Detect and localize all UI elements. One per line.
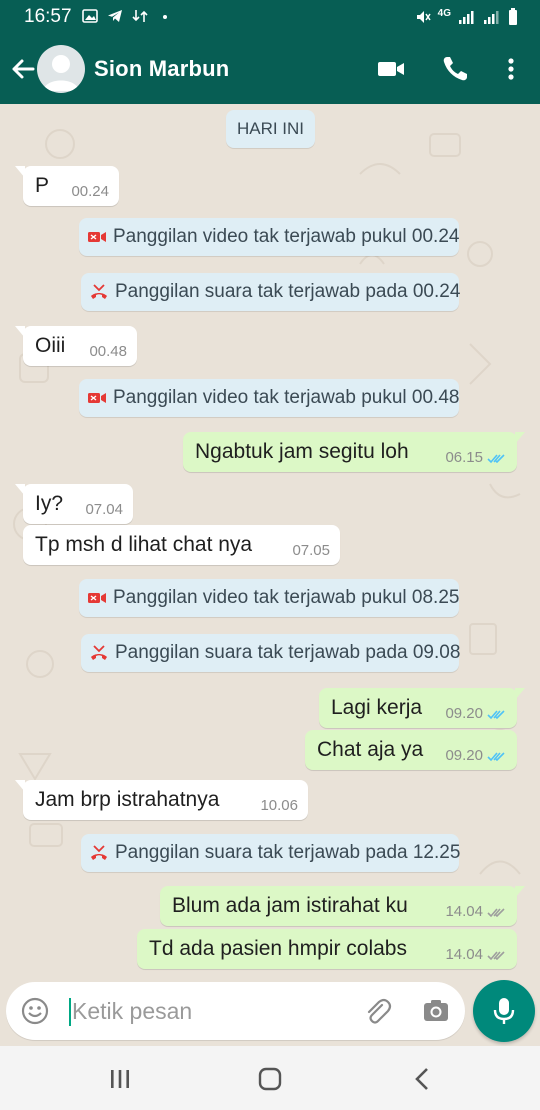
signal-icon-1 [459,10,474,24]
message-outgoing[interactable]: Ngabtuk jam segitu loh 06.15 [183,432,525,472]
avatar[interactable] [37,45,85,93]
message-incoming[interactable]: Jam brp istrahatnya 10.06 [15,780,308,820]
missed-voice-icon [89,844,109,862]
notice-text: Panggilan suara tak terjawab pada 00.24 [115,281,461,302]
message-text: Iy? [35,492,64,515]
message-text: Ngabtuk jam segitu loh [195,440,409,463]
status-bar: 16:57 4G [0,0,540,34]
status-time: 16:57 [24,6,72,27]
home-icon[interactable] [255,1064,285,1094]
message-text: Tp msh d lihat chat nya [35,533,253,556]
delivered-ticks-icon [487,907,505,917]
composer [0,980,540,1046]
missed-voice-icon [89,283,109,301]
camera-icon[interactable] [421,996,451,1026]
notice-text: Panggilan suara tak terjawab pada 09.08 [115,642,461,663]
emoji-icon[interactable] [20,996,50,1026]
missed-call-notice[interactable]: Panggilan suara tak terjawab pada 09.08 [81,634,461,672]
message-outgoing[interactable]: Blum ada jam istirahat ku 14.04 [160,886,525,926]
message-incoming[interactable]: Tp msh d lihat chat nya 07.05 [23,525,340,565]
transfer-notification-icon [132,10,148,22]
missed-call-notice[interactable]: Panggilan suara tak terjawab pada 00.24 [81,273,461,311]
message-outgoing[interactable]: Td ada pasien hmpir colabs 14.04 [137,929,517,969]
message-time: 07.04 [85,501,123,518]
read-ticks-icon [487,751,505,761]
message-time: 00.48 [89,343,127,360]
notice-text: Panggilan video tak terjawab pukul 00.24 [113,226,460,247]
missed-voice-icon [89,644,109,662]
text-caret [69,998,71,1026]
more-vert-icon[interactable] [496,54,526,84]
mic-icon [493,998,515,1024]
missed-video-icon [87,389,107,407]
message-incoming[interactable]: Oiii 00.48 [15,326,137,366]
system-navigation-bar [0,1046,540,1110]
notice-text: Panggilan video tak terjawab pukul 00.48 [113,387,460,408]
missed-call-notice[interactable]: Panggilan video tak terjawab pukul 00.24 [79,218,459,256]
missed-call-notice[interactable]: Panggilan video tak terjawab pukul 00.48 [79,379,459,417]
date-chip: HARI INI [226,110,315,148]
message-incoming[interactable]: P 00.24 [15,166,119,206]
message-time: 07.05 [292,542,330,559]
mute-icon [416,10,431,23]
message-text: Jam brp istrahatnya [35,788,220,811]
message-text: Chat aja ya [317,738,424,761]
notice-text: Panggilan video tak terjawab pukul 08.25 [113,587,460,608]
battery-icon [509,8,517,25]
message-time: 14.04 [445,903,483,920]
message-text: P [35,174,50,197]
read-ticks-icon [487,709,505,719]
telegram-notification-icon [108,10,122,22]
chat-header: Sion Marbun [0,34,540,104]
missed-call-notice[interactable]: Panggilan suara tak terjawab pada 12.25 [81,834,461,872]
delivered-ticks-icon [487,950,505,960]
message-input-container[interactable] [6,982,465,1040]
message-time: 00.24 [71,183,109,200]
signal-icon-2 [484,10,499,24]
missed-video-icon [87,228,107,246]
message-time: 09.20 [445,705,483,722]
message-time: 14.04 [445,946,483,963]
message-text: Blum ada jam istirahat ku [172,894,408,917]
back-nav-icon[interactable] [407,1064,437,1094]
message-input[interactable] [72,992,352,1030]
contact-name[interactable]: Sion Marbun [94,56,229,82]
message-time: 10.06 [260,797,298,814]
network-type-label: 4G [437,8,451,19]
message-time: 09.20 [445,747,483,764]
arrow-left-icon[interactable] [8,54,38,84]
chat-area[interactable]: HARI INI P 00.24 Panggilan video tak ter… [0,104,540,980]
default-avatar-icon [43,55,79,91]
message-outgoing[interactable]: Lagi kerja 09.20 [319,688,525,728]
message-time: 06.15 [445,449,483,466]
paperclip-icon[interactable] [362,996,392,1026]
mic-button[interactable] [473,980,535,1042]
message-text: Oiii [35,334,66,357]
gallery-notification-icon [82,9,98,23]
phone-icon[interactable] [440,54,470,84]
video-call-icon[interactable] [376,54,406,84]
message-incoming[interactable]: Iy? 07.04 [15,484,133,524]
read-ticks-icon [487,453,505,463]
message-text: Td ada pasien hmpir colabs [149,937,407,960]
dot-notification-icon [163,15,167,19]
notice-text: Panggilan suara tak terjawab pada 12.25 [115,842,461,863]
missed-video-icon [87,589,107,607]
recent-apps-icon[interactable] [105,1064,135,1094]
message-text: Lagi kerja [331,696,423,719]
message-outgoing[interactable]: Chat aja ya 09.20 [305,730,517,770]
missed-call-notice[interactable]: Panggilan video tak terjawab pukul 08.25 [79,579,459,617]
